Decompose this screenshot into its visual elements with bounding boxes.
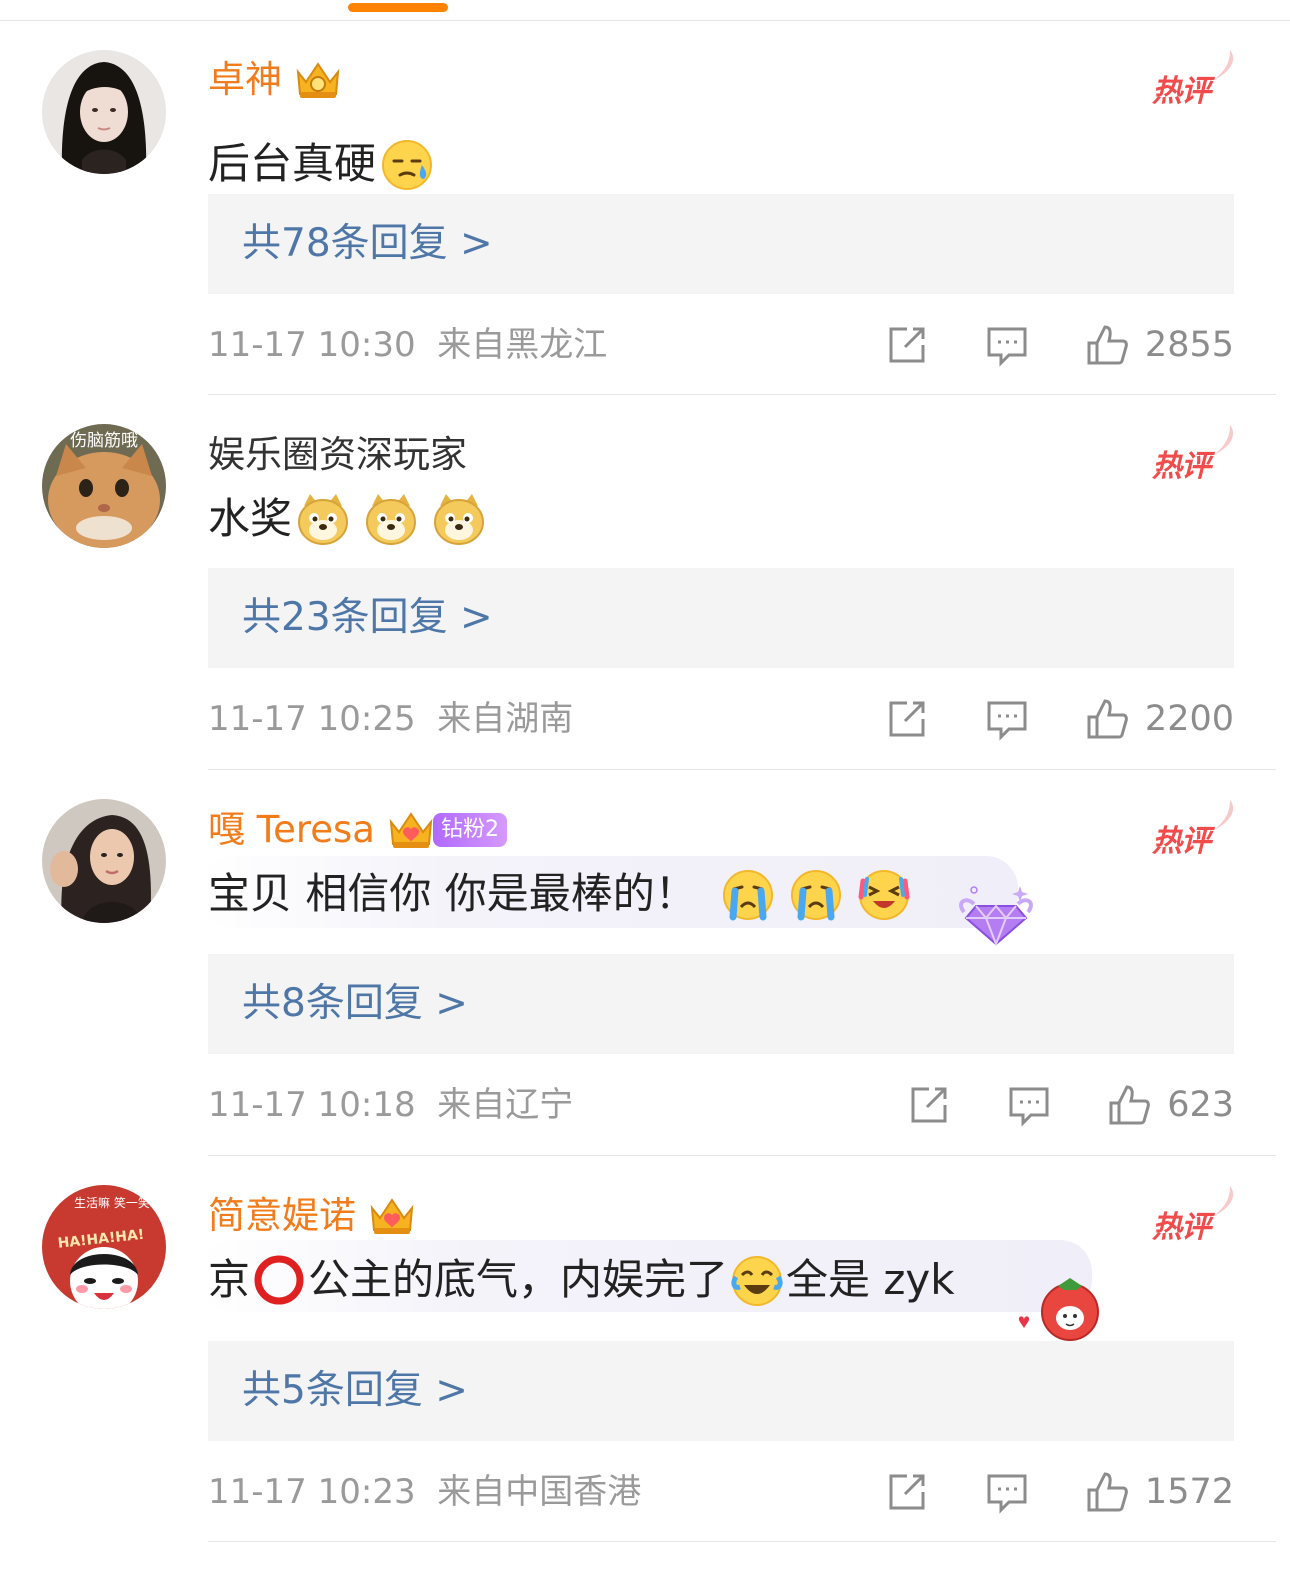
like-count: 2855 [1144, 325, 1234, 365]
comment-icon[interactable] [985, 1470, 1029, 1514]
svg-text:生活嘛 笑一笑就好了: 生活嘛 笑一笑就好了 [74, 1195, 166, 1210]
red-circle-emoji [254, 1255, 304, 1305]
like-icon[interactable] [1085, 697, 1129, 741]
hot-comment-badge: 热评 [1152, 800, 1234, 859]
avatar[interactable] [42, 799, 166, 923]
comment-list-page: 卓神 热评 后台真硬 共78条回复 > 11-17 10:30 来自黑龙江 28… [0, 0, 1290, 1587]
replies-link[interactable]: 共23条回复 > [208, 568, 1234, 668]
comment-meta: 11-17 10:30 来自黑龙江 [208, 325, 608, 365]
comment-text-middle: 公主的底气，内娱完了 [308, 1255, 729, 1304]
comment-item: 卓神 热评 后台真硬 共78条回复 > 11-17 10:30 来自黑龙江 28… [0, 20, 1290, 394]
replies-link[interactable]: 共5条回复 > [208, 1341, 1234, 1441]
comment-meta: 11-17 10:23 来自中国香港 [208, 1472, 642, 1512]
doge-emoji [298, 494, 349, 545]
comment-text: 宝贝 相信你 你是最棒的！ [208, 869, 697, 918]
replies-link[interactable]: 共8条回复 > [208, 954, 1234, 1054]
comment-divider [208, 1541, 1276, 1542]
crown-badge-icon [296, 62, 340, 98]
crown-badge-icon [389, 812, 433, 848]
doge-emoji [366, 494, 417, 545]
strawberry-icon [1018, 1278, 1099, 1341]
username[interactable]: 简意媞诺 [208, 1191, 356, 1241]
username[interactable]: 嘎 Teresa [208, 805, 375, 855]
hot-comment-badge: 热评 [1152, 50, 1234, 109]
comment-icon[interactable] [985, 323, 1029, 367]
like-icon[interactable] [1107, 1083, 1151, 1127]
share-icon[interactable] [885, 697, 929, 741]
avatar[interactable] [42, 50, 166, 174]
comment-item: 生活嘛 笑一笑就好了 HA!HA!HA! 简意媞诺 热评 京 公主的底气，内娱完… [0, 1156, 1290, 1541]
comment-item: 嘎 Teresa 钻粉2 热评 宝贝 相信你 你是最棒的！ 共8条回复 > 11… [0, 770, 1290, 1155]
hot-comment-badge: 热评 [1152, 1186, 1234, 1245]
crown-badge-icon [370, 1198, 414, 1234]
comment-text: 水奖 [208, 494, 293, 543]
gem-icon [959, 886, 1033, 947]
sweat-emoji [382, 140, 433, 190]
share-icon[interactable] [907, 1083, 951, 1127]
tab-indicator [348, 3, 448, 12]
crying-emoji [790, 870, 841, 921]
like-count: 1572 [1144, 1472, 1234, 1512]
comment-text-end: 全是 zyk [786, 1255, 955, 1304]
share-icon[interactable] [885, 323, 929, 367]
comment-meta: 11-17 10:25 来自湖南 [208, 699, 574, 739]
crying-emoji [722, 870, 773, 921]
comment-meta: 11-17 10:18 来自辽宁 [208, 1085, 574, 1125]
replies-link[interactable]: 共78条回复 > [208, 194, 1234, 294]
comment-icon[interactable] [985, 697, 1029, 741]
comment-text-start: 京 [208, 1255, 251, 1304]
avatar[interactable]: 伤脑筋哦 [42, 424, 166, 548]
doge-emoji [434, 494, 485, 545]
like-count: 623 [1167, 1085, 1234, 1125]
comment-icon[interactable] [1007, 1083, 1051, 1127]
like-icon[interactable] [1085, 1470, 1129, 1514]
like-icon[interactable] [1085, 323, 1129, 367]
fan-level-badge: 钻粉2 [432, 813, 507, 847]
laugh-cry-emoji [858, 870, 910, 920]
username[interactable]: 娱乐圈资深玩家 [208, 430, 467, 480]
avatar[interactable]: 生活嘛 笑一笑就好了 HA!HA!HA! [42, 1185, 166, 1309]
comment-text: 后台真硬 [208, 139, 377, 188]
svg-text:伤脑筋哦: 伤脑筋哦 [70, 431, 138, 451]
share-icon[interactable] [885, 1470, 929, 1514]
comment-item: 伤脑筋哦 娱乐圈资深玩家 热评 水奖 共23条回复 > 11-17 10:25 … [0, 395, 1290, 769]
username[interactable]: 卓神 [208, 55, 282, 105]
hot-comment-badge: 热评 [1152, 425, 1234, 484]
laugh-cry-emoji [731, 1256, 783, 1306]
like-count: 2200 [1144, 699, 1234, 739]
